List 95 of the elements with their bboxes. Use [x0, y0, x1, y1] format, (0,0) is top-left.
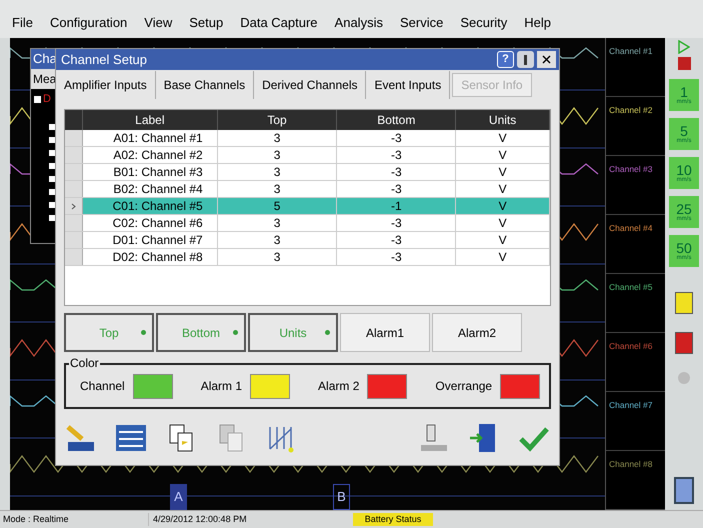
- table-cell: 3: [218, 232, 338, 248]
- table-cell: V: [456, 181, 550, 197]
- swatch-label: Alarm 1: [200, 378, 242, 395]
- table-cell: 3: [218, 130, 338, 146]
- color-swatch[interactable]: [250, 374, 290, 398]
- info-button[interactable]: [517, 51, 534, 68]
- table-cell: 3: [218, 249, 338, 265]
- column-button[interactable]: Alarm2: [432, 313, 522, 352]
- menu-item[interactable]: Security: [460, 13, 508, 33]
- table-cell: 3: [218, 181, 338, 197]
- tab[interactable]: Derived Channels: [254, 71, 366, 99]
- table-cell: V: [456, 164, 550, 180]
- table-cell: D02: Channel #8: [82, 249, 218, 265]
- table-cell: B02: Channel #4: [82, 181, 218, 197]
- menu-item[interactable]: View: [144, 13, 172, 33]
- table-cell: C01: Channel #5: [82, 198, 218, 214]
- table-cell: V: [456, 130, 550, 146]
- table-row[interactable]: D01: Channel #7 3 -3 V: [65, 232, 550, 249]
- expand-icon[interactable]: [49, 136, 55, 142]
- table-cell: -1: [337, 198, 456, 214]
- swatch-label: Alarm 2: [318, 378, 360, 395]
- channel-label: Channel #2: [608, 105, 652, 115]
- table-cell: -3: [337, 232, 456, 248]
- tab[interactable]: Event Inputs: [366, 71, 450, 99]
- group-title: Color: [69, 356, 100, 370]
- table-cell: A01: Channel #1: [82, 130, 218, 146]
- channel-label: Channel #7: [608, 400, 652, 410]
- table-cell: -3: [337, 147, 456, 163]
- table-row[interactable]: D02: Channel #8 3 -3 V: [65, 249, 550, 266]
- table-cell: A02: Channel #2: [82, 147, 218, 163]
- table-cell: -3: [337, 215, 456, 231]
- expand-icon[interactable]: [49, 214, 55, 220]
- table-cell: -3: [337, 130, 456, 146]
- menu-item[interactable]: Setup: [189, 13, 224, 33]
- marker-button[interactable]: [675, 292, 693, 314]
- disabled-icon: [678, 372, 690, 384]
- expand-icon[interactable]: [49, 176, 55, 182]
- channel-label: Channel #6: [608, 341, 652, 351]
- cursor-marker: A: [170, 484, 187, 510]
- menu-item[interactable]: Service: [400, 13, 444, 33]
- table-cell: -3: [337, 249, 456, 265]
- table-cell: V: [456, 198, 550, 214]
- table-row[interactable]: B01: Channel #3 3 -3 V: [65, 164, 550, 181]
- tab[interactable]: Amplifier Inputs: [56, 71, 156, 99]
- table-row[interactable]: C01: Channel #5 5 -1 V: [65, 198, 550, 215]
- battery-status: Battery Status: [353, 512, 433, 526]
- table-row[interactable]: A02: Channel #2 3 -3 V: [65, 147, 550, 164]
- channel-label: Channel #8: [608, 459, 652, 469]
- table-cell: 3: [218, 164, 338, 180]
- table-cell: V: [456, 249, 550, 265]
- column-button[interactable]: Alarm1: [340, 313, 430, 352]
- expand-icon[interactable]: [49, 188, 55, 194]
- menu-item[interactable]: Data Capture: [240, 13, 318, 33]
- help-button[interactable]: ?: [497, 51, 514, 68]
- cursor-marker: B: [333, 484, 350, 510]
- channel-label: Channel #4: [608, 223, 652, 233]
- table-cell: V: [456, 215, 550, 231]
- expand-icon[interactable]: [49, 202, 55, 208]
- channel-label: Channel #1: [608, 46, 652, 56]
- table-cell: -3: [337, 181, 456, 197]
- menu-item[interactable]: File: [12, 13, 33, 33]
- expand-icon[interactable]: [49, 124, 55, 130]
- table-row[interactable]: A01: Channel #1 3 -3 V: [65, 130, 550, 147]
- stop-button[interactable]: [678, 57, 690, 70]
- status-mode: Mode : Realtime: [2, 512, 70, 526]
- table-row[interactable]: C02: Channel #6 3 -3 V: [65, 215, 550, 232]
- table-cell: -3: [337, 164, 456, 180]
- table-cell: 5: [218, 198, 338, 214]
- table-cell: B01: Channel #3: [82, 164, 218, 180]
- table-cell: 3: [218, 147, 338, 163]
- tree-item: D: [43, 92, 51, 107]
- table-cell: V: [456, 232, 550, 248]
- swatch-label: Channel: [80, 378, 125, 395]
- expand-icon[interactable]: [49, 162, 55, 168]
- keypad-button[interactable]: [674, 477, 694, 504]
- channel-label: Channel #3: [608, 164, 652, 174]
- color-swatch[interactable]: [367, 374, 408, 398]
- menu-item[interactable]: Configuration: [50, 13, 128, 33]
- menu-item[interactable]: Analysis: [334, 13, 383, 33]
- close-icon: [542, 55, 551, 64]
- table-row[interactable]: B02: Channel #4 3 -3 V: [65, 181, 550, 198]
- row-pointer-icon: [70, 202, 76, 210]
- close-button[interactable]: [537, 51, 556, 68]
- expand-icon[interactable]: [49, 150, 55, 156]
- color-swatch[interactable]: [500, 374, 540, 398]
- table-cell: D01: Channel #7: [82, 232, 218, 248]
- table-cell: V: [456, 147, 550, 163]
- table-cell: C02: Channel #6: [82, 215, 218, 231]
- collapse-icon: [34, 96, 41, 103]
- menu-item[interactable]: Help: [524, 13, 552, 33]
- swatch-label: Overrange: [435, 378, 492, 395]
- color-swatch[interactable]: [132, 374, 173, 398]
- table-cell: 3: [218, 215, 338, 231]
- channel-label: Channel #5: [608, 282, 652, 292]
- tab[interactable]: Base Channels: [156, 71, 254, 99]
